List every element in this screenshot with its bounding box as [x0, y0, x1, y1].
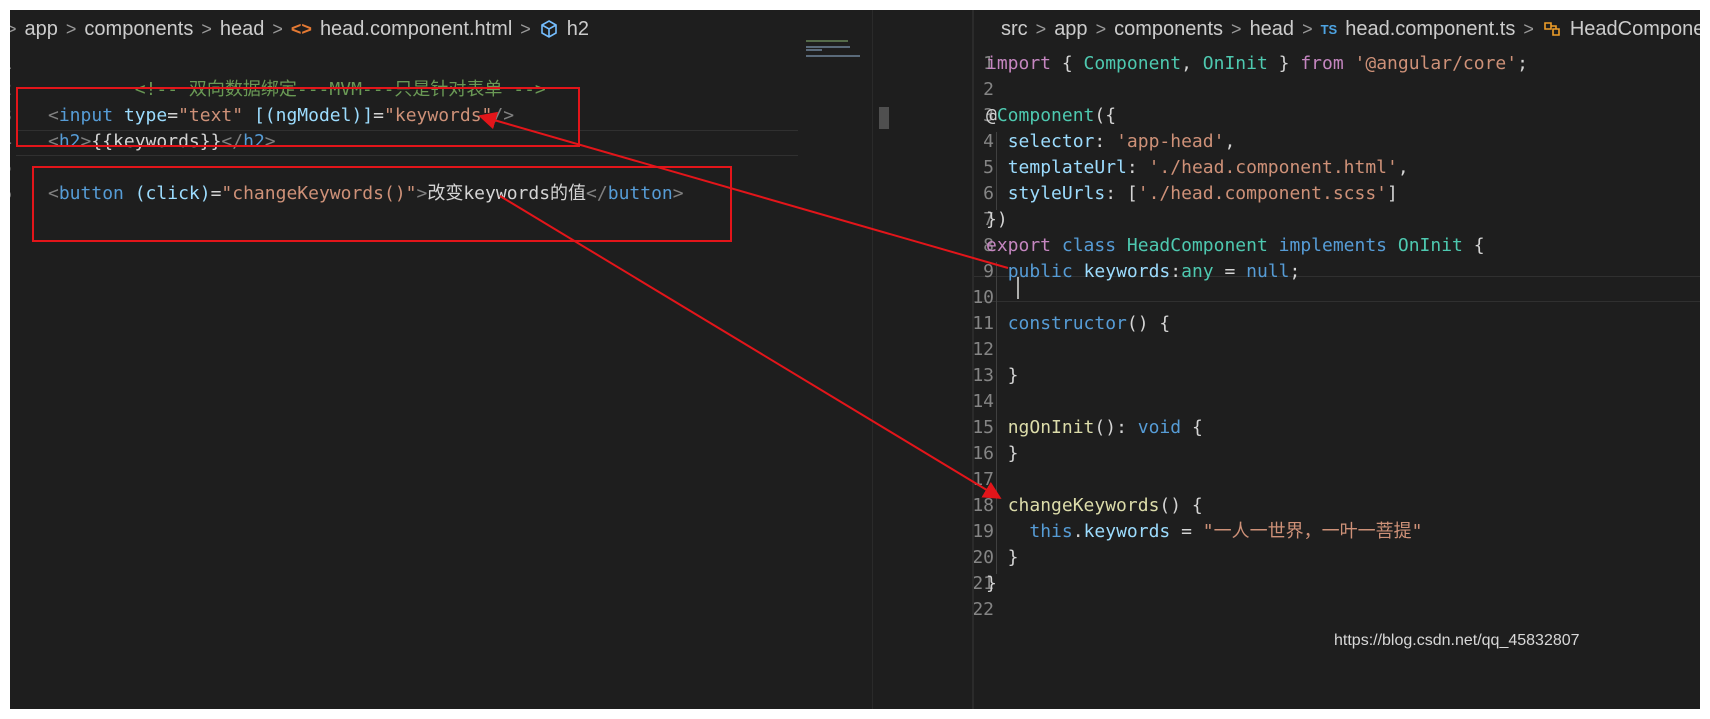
arrow-click-to-method [499, 195, 1002, 499]
watermark: https://blog.csdn.net/qq_45832807 [1334, 632, 1580, 649]
screenshot-frame: > app > components > head > <> head.comp… [10, 10, 1700, 709]
arrow-keywords-to-ngmodel [478, 111, 1009, 269]
annotation-arrows [478, 111, 1009, 499]
